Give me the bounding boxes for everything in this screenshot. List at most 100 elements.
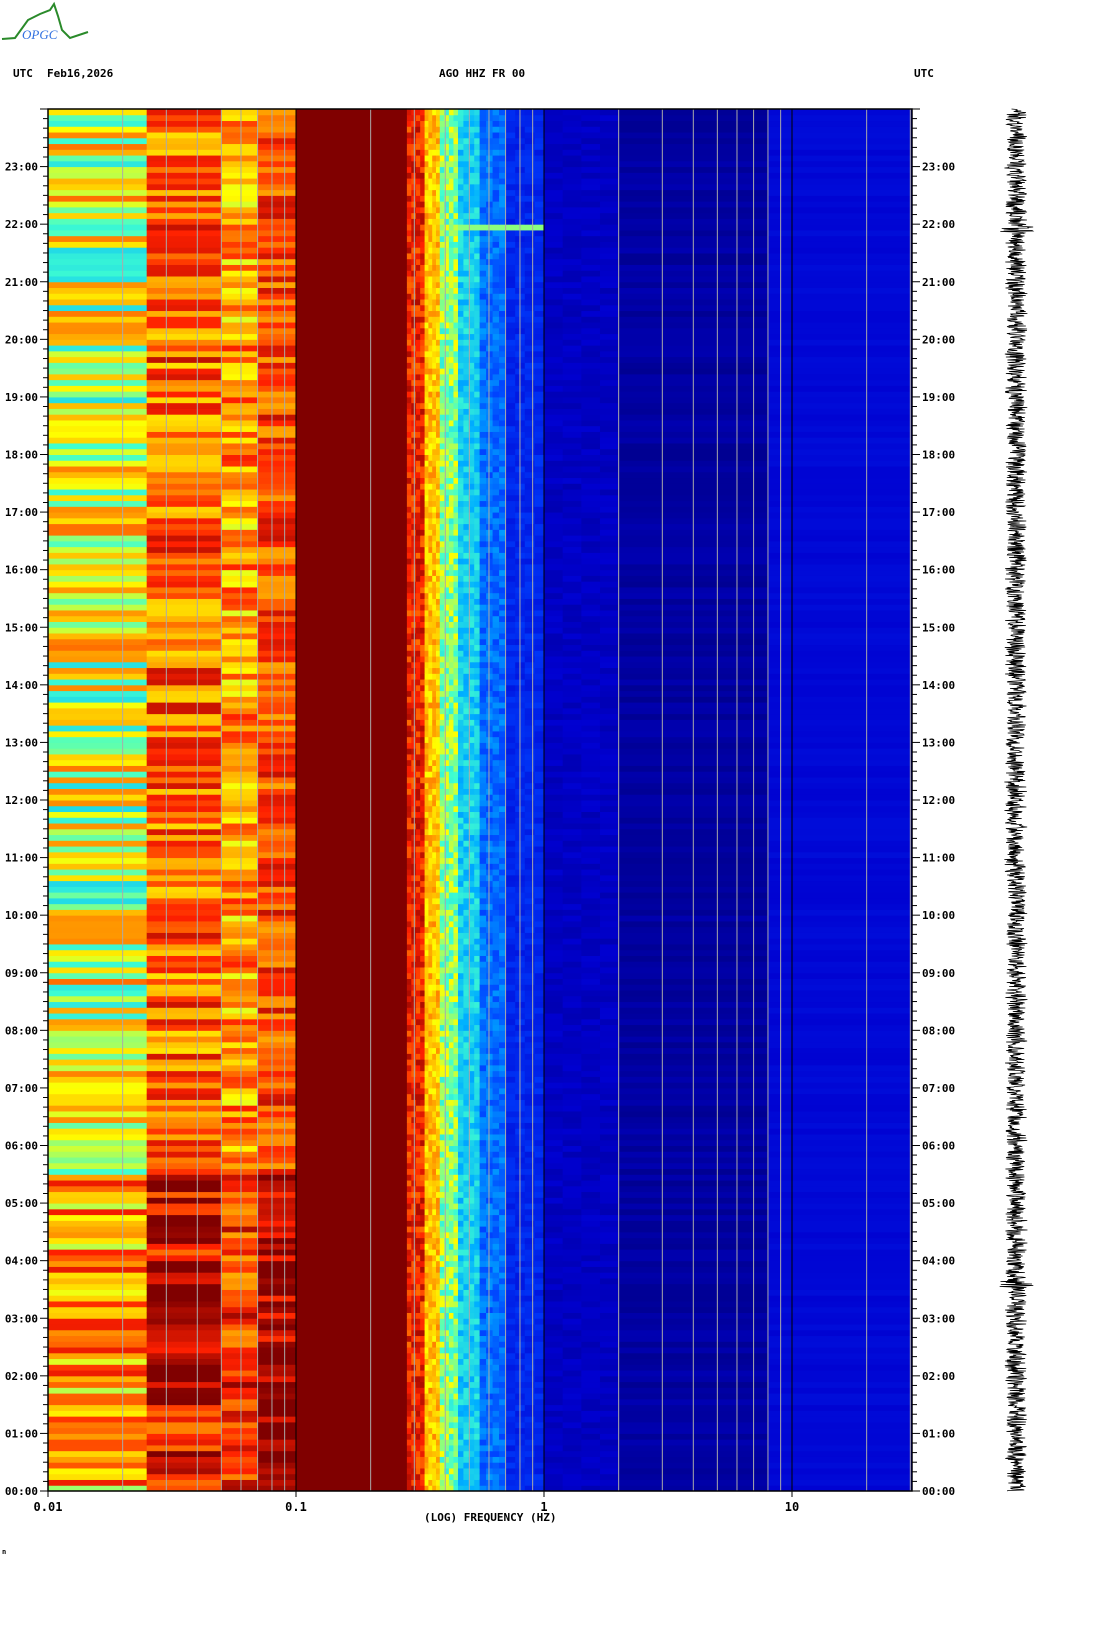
heatmap-cell (406, 1289, 412, 1296)
heatmap-cell (257, 1082, 297, 1089)
heatmap-cell (463, 466, 470, 473)
heatmap-cell (420, 938, 426, 945)
heatmap-cell (411, 1180, 417, 1187)
heatmap-cell (411, 132, 417, 139)
heatmap-cell (432, 287, 437, 294)
heatmap-cell (439, 609, 445, 617)
heatmap-cell (296, 932, 408, 939)
heatmap-cell (448, 396, 454, 404)
heatmap-cell (439, 1375, 445, 1383)
heatmap-cell (411, 1272, 417, 1279)
heatmap-cell (420, 892, 426, 899)
heatmap-cell (257, 281, 297, 289)
heatmap-cell (457, 1110, 464, 1118)
heatmap-cell (453, 178, 459, 185)
heatmap-cell (48, 1387, 148, 1394)
heatmap-cell (424, 1168, 429, 1175)
heatmap-cell (146, 558, 222, 565)
heatmap-cell (221, 299, 259, 306)
heatmap-cell (257, 892, 297, 899)
heatmap-cell (424, 120, 429, 127)
heatmap-cell (296, 1105, 408, 1112)
heatmap-cell (48, 817, 148, 824)
heatmap-cell (457, 679, 464, 686)
heatmap-cell (463, 1064, 470, 1072)
heatmap-cell (415, 1047, 421, 1054)
heatmap-cell (432, 546, 437, 553)
heatmap-cell (428, 1133, 433, 1141)
heatmap-cell (435, 235, 441, 242)
heatmap-cell (463, 725, 470, 732)
heatmap-cell (146, 1260, 222, 1267)
heatmap-cell (146, 598, 222, 605)
heatmap-cell (146, 247, 222, 254)
heatmap-cell (435, 1398, 441, 1406)
heatmap-cell (296, 460, 408, 467)
heatmap-cell (439, 661, 445, 669)
heatmap-cell (146, 1318, 222, 1325)
heatmap-cell (415, 1254, 421, 1262)
heatmap-cell (221, 892, 259, 899)
heatmap-cell (432, 1283, 437, 1290)
heatmap-cell (420, 218, 426, 225)
heatmap-cell (474, 984, 481, 991)
heatmap-cell (424, 846, 429, 853)
heatmap-cell (420, 316, 426, 323)
heatmap-cell (435, 1093, 441, 1100)
heatmap-cell (457, 696, 464, 703)
heatmap-cell (420, 1001, 426, 1008)
heatmap-cell (424, 132, 429, 139)
heatmap-cell (424, 212, 429, 219)
heatmap-cell (457, 627, 464, 634)
heatmap-cell (435, 1099, 441, 1106)
heatmap-cell (432, 966, 437, 974)
heatmap-cell (415, 1243, 421, 1250)
heatmap-cell (415, 1076, 421, 1083)
heatmap-cell (428, 1237, 433, 1244)
heatmap-cell (457, 730, 464, 738)
heatmap-cell (146, 586, 222, 594)
heatmap-cell (406, 408, 412, 415)
heatmap-cell (435, 1070, 441, 1077)
heatmap-cell (424, 229, 429, 237)
heatmap-cell (424, 172, 429, 179)
heatmap-cell (296, 1272, 408, 1279)
heatmap-cell (48, 1375, 148, 1383)
heatmap-cell (146, 1093, 222, 1100)
heatmap-cell (420, 1266, 426, 1273)
heatmap-cell (457, 650, 464, 657)
heatmap-cell (411, 592, 417, 599)
heatmap-cell (439, 604, 445, 611)
heatmap-cell (296, 1462, 408, 1469)
heatmap-cell (474, 1410, 481, 1417)
heatmap-cell (221, 1203, 259, 1210)
heatmap-cell (435, 1024, 441, 1031)
heatmap-cell (448, 851, 454, 859)
heatmap-cell (411, 748, 417, 755)
heatmap-cell (420, 725, 426, 732)
heatmap-cell (474, 1427, 481, 1434)
heatmap-cell (432, 1450, 437, 1457)
heatmap-cell (146, 483, 222, 490)
heatmap-cell (411, 644, 417, 651)
heatmap-cell (48, 823, 148, 830)
heatmap-cell (448, 471, 454, 479)
heatmap-cell (463, 448, 470, 455)
heatmap-cell (406, 1162, 412, 1170)
heatmap-cell (474, 552, 481, 559)
heatmap-cell (457, 759, 464, 766)
heatmap-cell (221, 391, 259, 398)
heatmap-cell (296, 656, 408, 663)
heatmap-cell (453, 972, 459, 980)
heatmap-cell (411, 788, 417, 795)
heatmap-cell (463, 1289, 470, 1296)
heatmap-cell (415, 166, 421, 173)
heatmap-cell (411, 1450, 417, 1457)
heatmap-cell (439, 350, 445, 358)
heatmap-cell (432, 264, 437, 271)
heatmap-cell (457, 863, 464, 870)
heatmap-cell (221, 932, 259, 939)
heatmap-cell (257, 535, 297, 542)
heatmap-cell (435, 109, 441, 116)
heatmap-cell (424, 137, 429, 145)
